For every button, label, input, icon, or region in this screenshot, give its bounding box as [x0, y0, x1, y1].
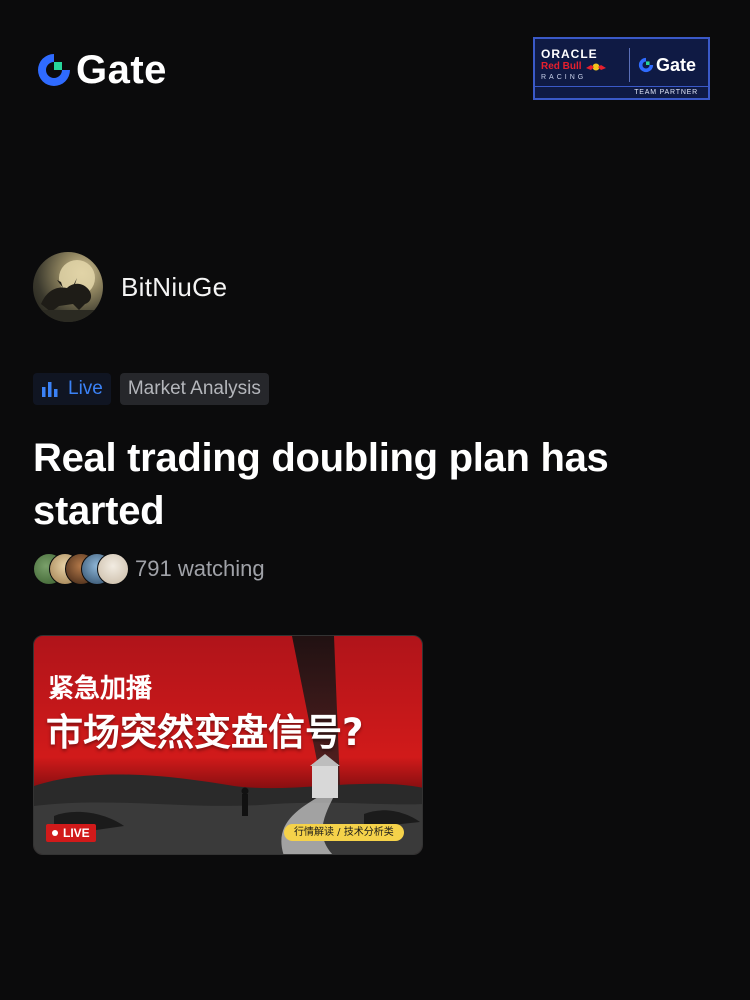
- viewer-avatar: [97, 553, 129, 585]
- live-tag: Live: [33, 373, 111, 405]
- header: Gate ORACLE Red Bull RACING Gate TEAM PA…: [0, 0, 750, 140]
- partner-gate-text: Gate: [656, 54, 697, 75]
- gate-logo-icon: [38, 54, 70, 86]
- watching-row: 791 watching: [33, 553, 265, 585]
- category-tag[interactable]: Market Analysis: [119, 373, 269, 405]
- gate-logo-icon: [638, 57, 654, 73]
- bull-moon-avatar-icon: [33, 260, 103, 322]
- live-badge: LIVE: [46, 824, 96, 842]
- team-partner-label: TEAM PARTNER: [535, 86, 708, 98]
- stream-thumbnail[interactable]: 紧急加播 市场突然变盘信号? LIVE 行情解读 / 技术分析类: [33, 635, 423, 855]
- team-partner-badge[interactable]: ORACLE Red Bull RACING Gate TEAM PARTNER: [533, 37, 710, 100]
- watching-count: 791 watching: [135, 556, 265, 581]
- brand-name: Gate: [76, 48, 167, 92]
- viewer-avatars: [33, 553, 129, 585]
- stream-tags: Live Market Analysis: [33, 373, 269, 405]
- avatar[interactable]: [33, 252, 103, 322]
- author-row[interactable]: BitNiuGe: [33, 252, 227, 322]
- live-dot-icon: [52, 830, 58, 836]
- partner-divider: [629, 48, 630, 82]
- bar-chart-icon: [42, 382, 58, 397]
- redbull-label-text: Red Bull: [541, 60, 582, 72]
- author-name[interactable]: BitNiuGe: [121, 272, 227, 303]
- thumbnail-headline: 市场突然变盘信号?: [46, 711, 364, 754]
- live-badge-label: LIVE: [63, 826, 90, 840]
- live-label: Live: [68, 378, 103, 399]
- racing-label: RACING: [541, 73, 587, 81]
- oracle-label: ORACLE: [541, 46, 598, 61]
- redbull-label: Red Bull: [541, 61, 607, 73]
- partner-gate-logo: Gate: [638, 55, 696, 76]
- stream-title: Real trading doubling plan has started: [33, 436, 609, 533]
- thumbnail-subtitle: 紧急加播: [48, 674, 153, 704]
- gate-logo[interactable]: Gate: [36, 48, 167, 92]
- red-bull-icon: [585, 63, 606, 70]
- category-badge: 行情解读 / 技术分析类: [284, 824, 404, 841]
